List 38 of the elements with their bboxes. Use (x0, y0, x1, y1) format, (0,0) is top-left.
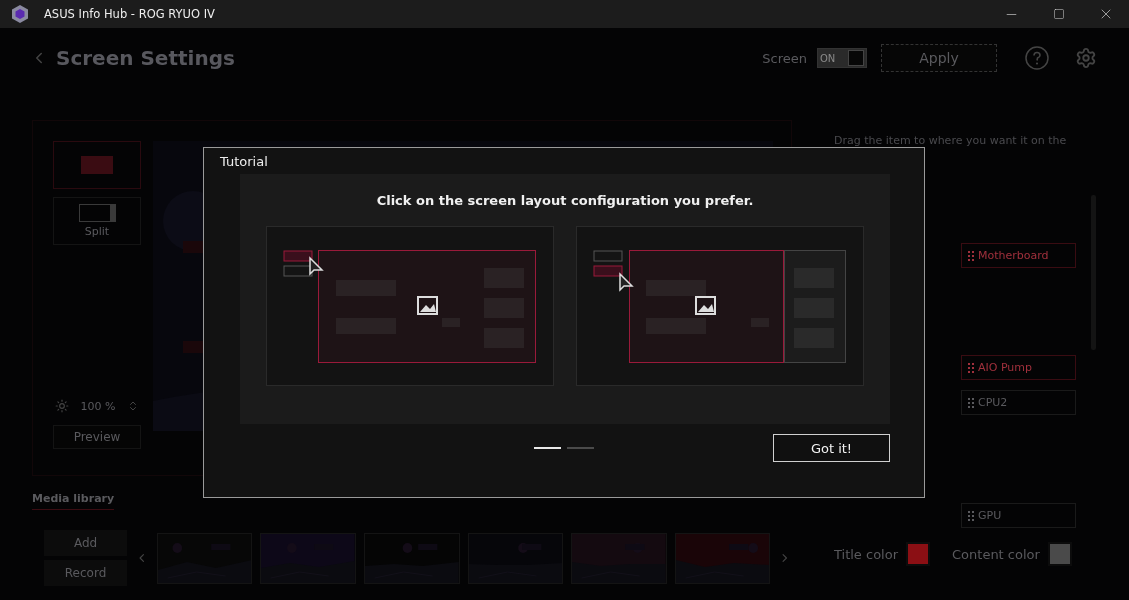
split-layout-option[interactable] (576, 226, 864, 386)
media-library-title: Media library (32, 492, 115, 510)
got-it-button[interactable]: Got it! (773, 434, 890, 462)
page-title: Screen Settings (56, 46, 235, 70)
sensor-item[interactable]: AIO Pump (961, 355, 1076, 380)
layout-button[interactable]: Split (53, 197, 141, 245)
title-color-label: Title color (834, 546, 898, 562)
app-logo-icon (10, 4, 30, 24)
media-button[interactable]: Add (44, 530, 128, 556)
drag-handle-icon[interactable] (968, 510, 974, 521)
drag-handle-icon[interactable] (968, 250, 974, 261)
screen-label: Screen (762, 50, 807, 66)
maximize-icon[interactable] (1052, 8, 1065, 20)
content-color-label: Content color (952, 546, 1040, 562)
layout-button[interactable] (53, 141, 141, 189)
stepper-icon[interactable] (127, 400, 139, 412)
sensor-item[interactable]: GPU (961, 503, 1076, 528)
help-icon[interactable] (1025, 46, 1049, 70)
media-button[interactable]: Record (44, 560, 128, 586)
settings-icon[interactable] (1075, 47, 1097, 69)
drag-handle-icon[interactable] (968, 397, 974, 408)
dialog-title: Tutorial (220, 154, 269, 169)
brightness-icon (55, 399, 69, 413)
dialog-heading: Click on the screen layout configuration you prefer. (376, 193, 754, 208)
title-color-swatch[interactable] (906, 542, 930, 566)
sensor-item[interactable]: Motherboard (961, 243, 1076, 268)
preview-button[interactable]: Preview (53, 425, 141, 449)
page-indicator[interactable] (534, 447, 561, 449)
page-indicator[interactable] (567, 447, 594, 449)
fullscreen-layout-option[interactable] (266, 226, 554, 386)
window-title: ASUS Info Hub - ROG RYUO IV (44, 7, 215, 21)
screen-toggle[interactable]: ON (817, 48, 867, 68)
content-color-swatch[interactable] (1047, 542, 1072, 566)
brightness-value: 100 % (80, 399, 116, 413)
drag-handle-icon[interactable] (968, 362, 974, 373)
apply-button[interactable]: Apply (881, 44, 997, 72)
sensor-item[interactable]: CPU2 (961, 390, 1076, 415)
drag-hint: Drag the item to where you want it on the (834, 134, 1068, 147)
